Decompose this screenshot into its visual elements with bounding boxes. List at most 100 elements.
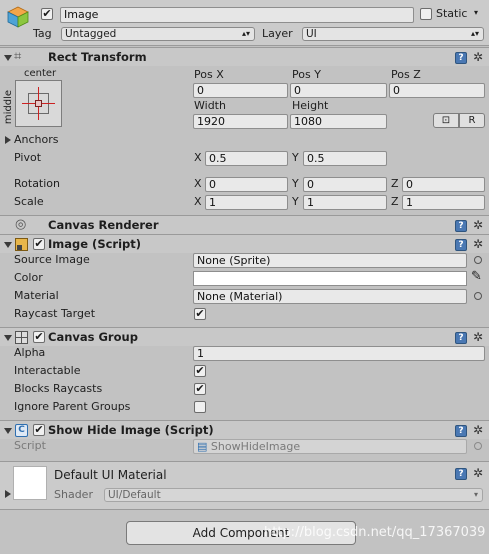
- rotation-y-field[interactable]: 0: [303, 177, 387, 192]
- alpha-field[interactable]: 1: [193, 346, 485, 361]
- script-label: Script: [14, 439, 46, 452]
- layer-dropdown-arrow-icon: ▴▾: [470, 29, 479, 38]
- raycast-target-checkbox[interactable]: ✔: [194, 308, 206, 320]
- ignore-parent-groups-checkbox[interactable]: [194, 401, 206, 413]
- height-field[interactable]: 1080: [290, 114, 387, 129]
- material-title: Default UI Material: [54, 468, 167, 482]
- gear-icon[interactable]: ✲: [473, 467, 483, 479]
- gear-icon[interactable]: ✲: [473, 51, 483, 63]
- source-image-field[interactable]: None (Sprite): [193, 253, 467, 268]
- help-icon[interactable]: ?: [455, 220, 467, 232]
- canvas-group-enabled-checkbox[interactable]: ✔: [33, 331, 45, 343]
- scale-y-label: Y: [292, 195, 299, 208]
- help-icon[interactable]: ?: [455, 425, 467, 437]
- rotation-x-field[interactable]: 0: [205, 177, 288, 192]
- rect-transform-header[interactable]: ⌗ Rect Transform ? ✲: [0, 47, 489, 66]
- object-picker-icon[interactable]: [474, 256, 482, 264]
- image-script-foldout-icon[interactable]: [4, 242, 12, 248]
- canvas-renderer-header[interactable]: ◎ Canvas Renderer ? ✲: [0, 215, 489, 234]
- pos-y-field[interactable]: 0: [290, 83, 387, 98]
- shader-label: Shader: [54, 488, 93, 501]
- scale-x-label: X: [194, 195, 202, 208]
- static-checkbox[interactable]: [420, 8, 432, 20]
- material-field[interactable]: None (Material): [193, 289, 467, 304]
- help-icon[interactable]: ?: [455, 332, 467, 344]
- image-script-header[interactable]: ✔ Image (Script) ? ✲: [0, 234, 489, 253]
- canvas-group-header[interactable]: ✔ Canvas Group ? ✲: [0, 327, 489, 346]
- canvas-group-foldout-icon[interactable]: [4, 335, 12, 341]
- interactable-checkbox[interactable]: ✔: [194, 365, 206, 377]
- blocks-raycasts-label: Blocks Raycasts: [14, 382, 103, 395]
- blocks-raycasts-checkbox[interactable]: ✔: [194, 383, 206, 395]
- image-component-icon: [15, 238, 28, 251]
- pos-y-label: Pos Y: [292, 68, 321, 81]
- raw-edit-button[interactable]: R: [459, 113, 485, 128]
- shader-value: UI/Default: [108, 489, 161, 501]
- canvas-renderer-title: Canvas Renderer: [48, 218, 159, 232]
- canvas-group-title: Canvas Group: [48, 330, 138, 344]
- tag-value: Untagged: [65, 28, 117, 40]
- gear-icon[interactable]: ✲: [473, 331, 483, 343]
- layer-value: UI: [306, 28, 317, 40]
- anchor-h-label: center: [24, 68, 57, 79]
- tag-dropdown[interactable]: Untagged ▴▾: [61, 27, 255, 41]
- width-field[interactable]: 1920: [193, 114, 288, 129]
- eyedropper-icon[interactable]: ✎: [471, 270, 482, 284]
- tag-label: Tag: [33, 27, 52, 40]
- material-preview-thumbnail: [13, 466, 47, 500]
- material-section: Default UI Material ? ✲ Shader UI/Defaul…: [0, 462, 489, 510]
- rect-transform-foldout-icon[interactable]: [4, 55, 12, 61]
- static-dropdown-arrow[interactable]: ▾: [474, 8, 478, 17]
- show-hide-script-header[interactable]: C ✔ Show Hide Image (Script) ? ✲: [0, 420, 489, 439]
- image-enabled-checkbox[interactable]: ✔: [33, 238, 45, 250]
- canvas-group-icon: [15, 331, 28, 344]
- color-label: Color: [14, 271, 43, 284]
- active-checkbox[interactable]: ✔: [41, 8, 53, 20]
- pivot-y-label: Y: [292, 151, 299, 164]
- scale-z-field[interactable]: 1: [402, 195, 485, 210]
- help-icon[interactable]: ?: [455, 52, 467, 64]
- gear-icon[interactable]: ✲: [473, 219, 483, 231]
- scale-label: Scale: [14, 195, 44, 208]
- blueprint-mode-button[interactable]: ⊡: [433, 113, 459, 128]
- layer-dropdown[interactable]: UI ▴▾: [302, 27, 484, 41]
- show-hide-enabled-checkbox[interactable]: ✔: [33, 424, 45, 436]
- pos-z-field[interactable]: 0: [389, 83, 485, 98]
- anchors-foldout-icon[interactable]: [5, 136, 11, 144]
- scale-y-field[interactable]: 1: [303, 195, 387, 210]
- anchors-label[interactable]: Anchors: [14, 133, 59, 147]
- height-label: Height: [292, 99, 329, 112]
- rotation-x-label: X: [194, 177, 202, 190]
- pivot-y-field[interactable]: 0.5: [303, 151, 387, 166]
- canvas-renderer-icon: ◎: [15, 217, 27, 232]
- script-component-icon: C: [15, 424, 28, 437]
- pivot-label: Pivot: [14, 151, 42, 164]
- help-icon[interactable]: ?: [455, 239, 467, 251]
- show-hide-foldout-icon[interactable]: [4, 428, 12, 434]
- object-picker-icon[interactable]: [474, 292, 482, 300]
- pos-x-field[interactable]: 0: [193, 83, 288, 98]
- scale-z-label: Z: [391, 195, 399, 208]
- anchor-presets-button[interactable]: [15, 80, 62, 127]
- gear-icon[interactable]: ✲: [473, 238, 483, 250]
- gear-icon[interactable]: ✲: [473, 424, 483, 436]
- layer-label: Layer: [262, 27, 293, 40]
- static-label: Static: [436, 7, 468, 20]
- material-foldout-icon[interactable]: [5, 490, 11, 498]
- image-script-title: Image (Script): [48, 237, 142, 251]
- color-swatch[interactable]: [193, 271, 467, 286]
- pivot-x-label: X: [194, 151, 202, 164]
- shader-dropdown[interactable]: UI/Default ▾: [104, 488, 483, 502]
- ignore-parent-groups-label: Ignore Parent Groups: [14, 400, 131, 413]
- pivot-x-field[interactable]: 0.5: [205, 151, 288, 166]
- help-icon[interactable]: ?: [455, 468, 467, 480]
- interactable-label: Interactable: [14, 364, 81, 377]
- rect-transform-icon: ⌗: [14, 49, 22, 64]
- scale-x-field[interactable]: 1: [205, 195, 288, 210]
- object-picker-icon[interactable]: [474, 442, 482, 450]
- object-name-field[interactable]: Image: [60, 7, 414, 23]
- script-file-icon: ▤: [197, 440, 208, 453]
- source-image-label: Source Image: [14, 253, 90, 266]
- rotation-z-field[interactable]: 0: [402, 177, 485, 192]
- rotation-z-label: Z: [391, 177, 399, 190]
